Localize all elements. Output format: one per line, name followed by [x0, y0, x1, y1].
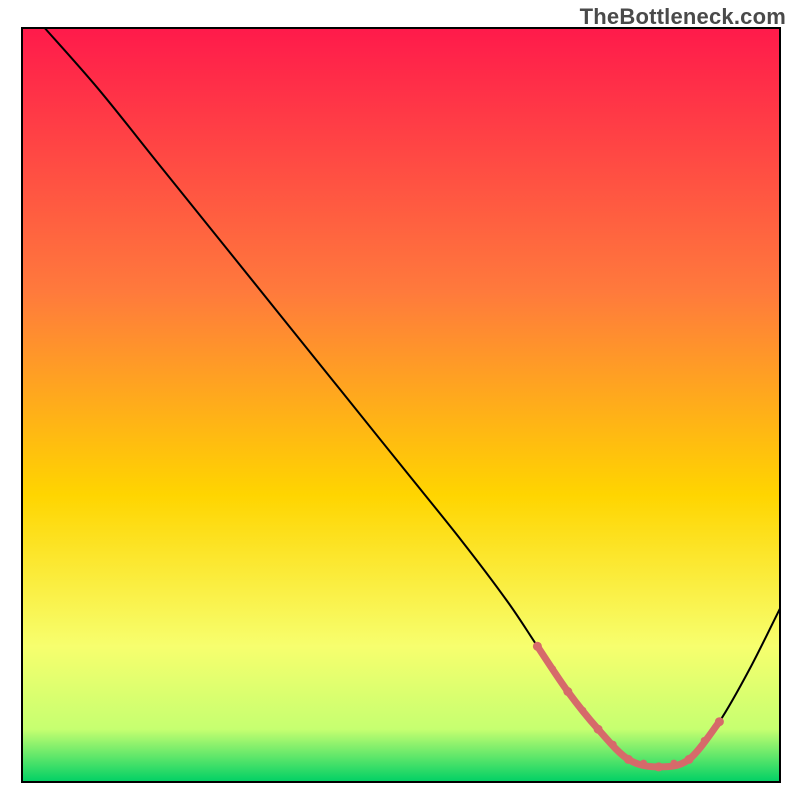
bottleneck-chart — [0, 0, 800, 800]
optimal-zone-dot — [549, 665, 556, 672]
optimal-zone-dot — [670, 760, 677, 767]
optimal-zone-dot — [563, 687, 572, 696]
optimal-zone-dot — [533, 642, 542, 651]
optimal-zone-dot — [579, 707, 586, 714]
optimal-zone-dot — [640, 760, 647, 767]
optimal-zone-dot — [715, 717, 724, 726]
optimal-zone-dot — [594, 725, 603, 734]
optimal-zone-dot — [654, 762, 663, 771]
chart-stage: TheBottleneck.com — [0, 0, 800, 800]
optimal-zone-dot — [701, 737, 708, 744]
optimal-zone-dot — [624, 755, 633, 764]
optimal-zone-dot — [685, 755, 694, 764]
plot-area — [22, 28, 780, 782]
optimal-zone-dot — [610, 741, 617, 748]
watermark-text: TheBottleneck.com — [580, 4, 786, 30]
